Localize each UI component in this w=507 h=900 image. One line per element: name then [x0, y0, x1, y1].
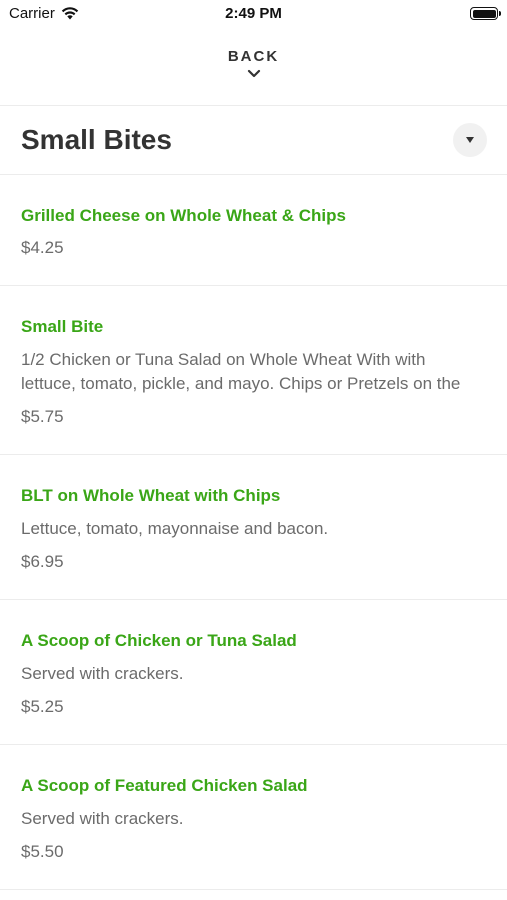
section-collapse-button[interactable]: [453, 123, 487, 157]
back-label: BACK: [227, 48, 280, 65]
status-bar: Carrier 2:49 PM: [0, 0, 507, 30]
menu-item[interactable]: Grilled Cheese on Whole Wheat & Chips $4…: [0, 175, 507, 286]
battery-icon: [470, 7, 501, 20]
item-price: $4.25: [21, 238, 64, 257]
item-price: $5.25: [21, 697, 64, 716]
section-title: Small Bites: [21, 124, 172, 155]
item-price: $6.95: [21, 552, 64, 571]
menu-item[interactable]: BLT on Whole Wheat with Chips Lettuce, t…: [0, 455, 507, 600]
item-description: Lettuce, tomato, mayonnaise and bacon.: [21, 519, 329, 538]
section-header: Small Bites: [0, 106, 507, 175]
item-name: Grilled Cheese on Whole Wheat & Chips: [21, 206, 346, 225]
back-button[interactable]: BACK: [0, 30, 507, 106]
menu-item[interactable]: Small Bite 1/2 Chicken or Tuna Salad on …: [0, 286, 507, 455]
triangle-down-icon: [466, 137, 474, 143]
menu-item[interactable]: A Scoop of Chicken or Tuna Salad Served …: [0, 600, 507, 745]
item-name: A Scoop of Chicken or Tuna Salad: [21, 631, 297, 650]
item-price: $5.50: [21, 842, 64, 861]
item-name: Small Bite: [21, 317, 104, 336]
item-description: Served with crackers.: [21, 809, 184, 828]
menu-list: Grilled Cheese on Whole Wheat & Chips $4…: [0, 175, 507, 890]
item-price: $5.75: [21, 407, 64, 426]
item-name: A Scoop of Featured Chicken Salad: [21, 776, 308, 795]
item-name: BLT on Whole Wheat with Chips: [21, 486, 281, 505]
item-description: 1/2 Chicken or Tuna Salad on Whole Wheat…: [21, 350, 461, 393]
chevron-down-icon: [247, 69, 261, 78]
item-description: Served with crackers.: [21, 664, 184, 683]
status-time: 2:49 PM: [225, 5, 282, 22]
menu-item[interactable]: A Scoop of Featured Chicken Salad Served…: [0, 745, 507, 890]
